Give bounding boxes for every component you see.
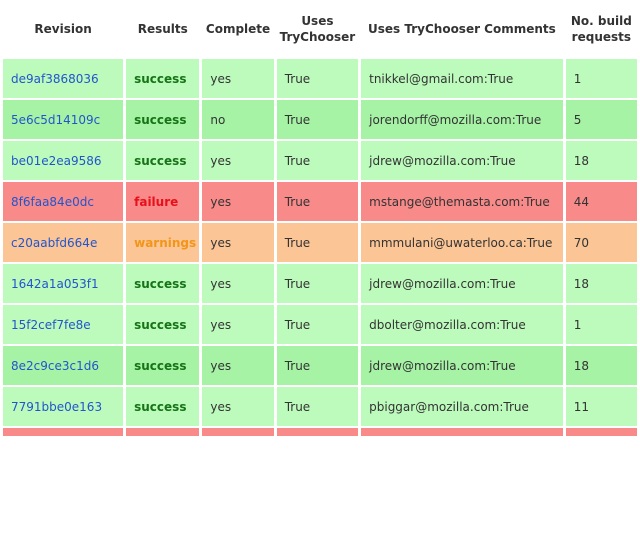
build-requests-cell: 44 bbox=[565, 182, 637, 221]
revision-link[interactable]: 5e6c5d14109c bbox=[11, 113, 100, 127]
complete-cell: no bbox=[202, 100, 274, 139]
build-requests-cell: 5 bbox=[565, 100, 637, 139]
complete-cell: yes bbox=[202, 223, 274, 262]
result-cell: success bbox=[126, 346, 200, 385]
revision-link[interactable]: be01e2ea9586 bbox=[11, 154, 102, 168]
uses-trychooser-cell: True bbox=[276, 387, 359, 426]
build-requests-cell: 1 bbox=[565, 59, 637, 98]
result-cell: success bbox=[126, 387, 200, 426]
revision-cell: 8f6faa84e0dc bbox=[3, 182, 124, 221]
uses-trychooser-cell: True bbox=[276, 346, 359, 385]
table-row: 8e2c9ce3c1d6 success yes True jdrew@mozi… bbox=[3, 346, 637, 385]
revision-link[interactable]: 7791bbe0e163 bbox=[11, 400, 102, 414]
partial-cell bbox=[126, 428, 200, 436]
build-requests-cell: 11 bbox=[565, 387, 637, 426]
build-requests-cell: 18 bbox=[565, 264, 637, 303]
header-results: Results bbox=[126, 2, 200, 57]
complete-cell: yes bbox=[202, 264, 274, 303]
comments-cell: jorendorff@mozilla.com:True bbox=[361, 100, 563, 139]
result-cell: success bbox=[126, 305, 200, 344]
complete-cell: yes bbox=[202, 346, 274, 385]
build-requests-cell: 1 bbox=[565, 305, 637, 344]
revision-cell: 7791bbe0e163 bbox=[3, 387, 124, 426]
comments-cell: jdrew@mozilla.com:True bbox=[361, 141, 563, 180]
comments-cell: jdrew@mozilla.com:True bbox=[361, 346, 563, 385]
revision-link[interactable]: 15f2cef7fe8e bbox=[11, 318, 91, 332]
uses-trychooser-cell: True bbox=[276, 182, 359, 221]
table-row: 15f2cef7fe8e success yes True dbolter@mo… bbox=[3, 305, 637, 344]
build-requests-cell: 70 bbox=[565, 223, 637, 262]
complete-cell: yes bbox=[202, 387, 274, 426]
uses-trychooser-cell: True bbox=[276, 59, 359, 98]
comments-cell: mstange@themasta.com:True bbox=[361, 182, 563, 221]
revision-link[interactable]: 8f6faa84e0dc bbox=[11, 195, 94, 209]
revision-link[interactable]: de9af3868036 bbox=[11, 72, 99, 86]
revision-cell: 5e6c5d14109c bbox=[3, 100, 124, 139]
table-row: c20aabfd664e warnings yes True mmmulani@… bbox=[3, 223, 637, 262]
table-row: 5e6c5d14109c success no True jorendorff@… bbox=[3, 100, 637, 139]
table-row: 7791bbe0e163 success yes True pbiggar@mo… bbox=[3, 387, 637, 426]
comments-cell: jdrew@mozilla.com:True bbox=[361, 264, 563, 303]
uses-trychooser-cell: True bbox=[276, 223, 359, 262]
result-cell: success bbox=[126, 59, 200, 98]
complete-cell: yes bbox=[202, 141, 274, 180]
revision-cell: c20aabfd664e bbox=[3, 223, 124, 262]
result-cell: failure bbox=[126, 182, 200, 221]
complete-cell: yes bbox=[202, 59, 274, 98]
uses-trychooser-cell: True bbox=[276, 100, 359, 139]
revision-cell: 1642a1a053f1 bbox=[3, 264, 124, 303]
revision-link[interactable]: 1642a1a053f1 bbox=[11, 277, 99, 291]
partial-cell bbox=[361, 428, 563, 436]
result-cell: success bbox=[126, 141, 200, 180]
build-requests-cell: 18 bbox=[565, 346, 637, 385]
partial-cell bbox=[3, 428, 124, 436]
table-row: be01e2ea9586 success yes True jdrew@mozi… bbox=[3, 141, 637, 180]
header-complete: Complete bbox=[202, 2, 274, 57]
revision-link[interactable]: 8e2c9ce3c1d6 bbox=[11, 359, 99, 373]
uses-trychooser-cell: True bbox=[276, 264, 359, 303]
header-revision: Revision bbox=[3, 2, 124, 57]
partial-cell bbox=[276, 428, 359, 436]
build-requests-cell: 18 bbox=[565, 141, 637, 180]
comments-cell: tnikkel@gmail.com:True bbox=[361, 59, 563, 98]
table-row-partial bbox=[3, 428, 637, 436]
table-row: 8f6faa84e0dc failure yes True mstange@th… bbox=[3, 182, 637, 221]
result-cell: warnings bbox=[126, 223, 200, 262]
result-cell: success bbox=[126, 264, 200, 303]
revision-link[interactable]: c20aabfd664e bbox=[11, 236, 97, 250]
header-uses-trychooser: Uses TryChooser bbox=[276, 2, 359, 57]
header-comments: Uses TryChooser Comments bbox=[361, 2, 563, 57]
comments-cell: pbiggar@mozilla.com:True bbox=[361, 387, 563, 426]
revision-cell: 8e2c9ce3c1d6 bbox=[3, 346, 124, 385]
uses-trychooser-cell: True bbox=[276, 305, 359, 344]
table-row: de9af3868036 success yes True tnikkel@gm… bbox=[3, 59, 637, 98]
table-header-row: Revision Results Complete Uses TryChoose… bbox=[3, 2, 637, 57]
partial-cell bbox=[565, 428, 637, 436]
comments-cell: mmmulani@uwaterloo.ca:True bbox=[361, 223, 563, 262]
revision-cell: 15f2cef7fe8e bbox=[3, 305, 124, 344]
results-table: Revision Results Complete Uses TryChoose… bbox=[0, 0, 640, 438]
revision-cell: de9af3868036 bbox=[3, 59, 124, 98]
complete-cell: yes bbox=[202, 305, 274, 344]
comments-cell: dbolter@mozilla.com:True bbox=[361, 305, 563, 344]
complete-cell: yes bbox=[202, 182, 274, 221]
uses-trychooser-cell: True bbox=[276, 141, 359, 180]
table-row: 1642a1a053f1 success yes True jdrew@mozi… bbox=[3, 264, 637, 303]
header-build-requests: No. build requests bbox=[565, 2, 637, 57]
revision-cell: be01e2ea9586 bbox=[3, 141, 124, 180]
partial-cell bbox=[202, 428, 274, 436]
result-cell: success bbox=[126, 100, 200, 139]
